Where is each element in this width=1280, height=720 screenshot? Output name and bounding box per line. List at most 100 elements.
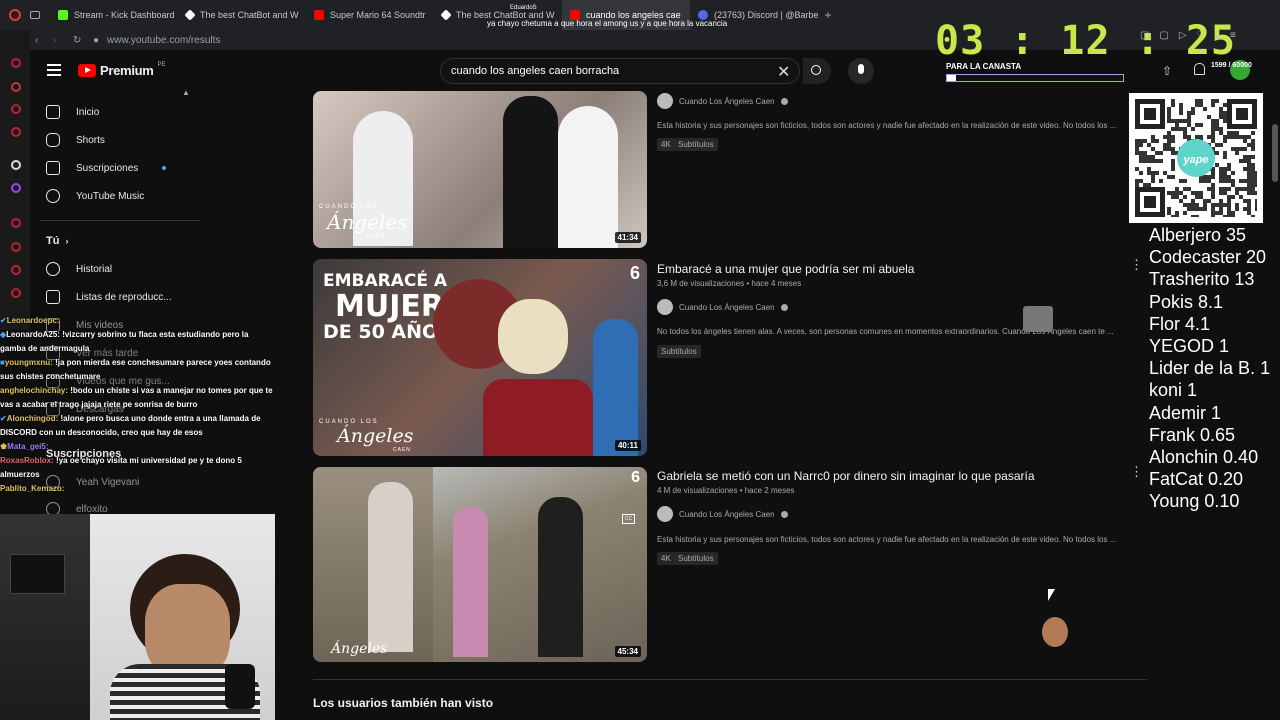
qr-module: [1159, 159, 1163, 163]
qr-module: [1211, 99, 1215, 103]
chat-message: ♚Mata_gei5:: [0, 442, 49, 451]
section-title: Los usuarios también han visto: [313, 696, 494, 710]
reload-icon[interactable]: ↻: [73, 35, 85, 46]
search-icon: [811, 65, 821, 75]
qr-module: [1139, 171, 1143, 175]
menu-icon[interactable]: ≡: [1230, 30, 1236, 41]
qr-module: [1151, 179, 1155, 183]
qr-module: [1187, 203, 1191, 207]
new-content-dot: [162, 166, 167, 170]
qr-module: [1223, 135, 1227, 139]
playlist-icon: [46, 290, 60, 304]
opera-logo-icon[interactable]: [0, 0, 30, 30]
notifications-bell-icon[interactable]: [1194, 63, 1205, 75]
search-input[interactable]: cuando los angeles caen borracha: [440, 58, 800, 84]
sidebar-section-you[interactable]: Tú ›: [46, 230, 68, 252]
qr-module: [1151, 147, 1155, 151]
download-icon[interactable]: ⤓: [1216, 30, 1220, 41]
video-thumbnail[interactable]: EMBARACÉ A MUJER DE 50 AÑOS 6 CUANDO LOS…: [313, 259, 647, 456]
video-title[interactable]: Embaracé a una mujer que podría ser mi a…: [657, 262, 914, 276]
qr-module: [1251, 171, 1255, 175]
video-title[interactable]: Gabriela se metió con un Narrc0 por dine…: [657, 469, 1035, 483]
verified-icon: [780, 303, 788, 311]
page-scrollbar[interactable]: [1272, 124, 1278, 182]
sidebar-app-icon[interactable]: [11, 82, 21, 92]
qr-module: [1143, 139, 1147, 143]
tab-menu-icon[interactable]: [30, 0, 50, 30]
qr-module: [1239, 187, 1243, 191]
shield-icon[interactable]: ▢: [1159, 30, 1168, 41]
upload-icon[interactable]: ⇧: [1162, 64, 1172, 78]
channel-link[interactable]: Cuando Los Ángeles Caen: [657, 506, 788, 522]
qr-module: [1215, 99, 1219, 103]
sidebar-app-icon[interactable]: [11, 265, 21, 275]
subscriptions-icon: [46, 161, 60, 175]
collapse-arrow-icon[interactable]: ▲: [182, 88, 190, 97]
video-thumbnail[interactable]: 6 CC Ángeles 45:34: [313, 467, 647, 662]
sidebar-app-icon[interactable]: [11, 242, 21, 252]
voice-search-button[interactable]: [848, 58, 874, 84]
sidebar-app-icon[interactable]: [11, 127, 21, 137]
video-description: Esta historia y sus personajes son ficti…: [657, 535, 1117, 544]
qr-module: [1211, 119, 1215, 123]
back-icon[interactable]: ‹: [35, 35, 47, 46]
qr-module: [1223, 203, 1227, 207]
settings-icon[interactable]: [11, 288, 21, 298]
qr-module: [1227, 195, 1231, 199]
sidebar-app-icon[interactable]: [11, 160, 21, 170]
sidebar-app-icon[interactable]: [11, 104, 21, 114]
qr-module: [1163, 171, 1167, 175]
qr-module: [1227, 135, 1231, 139]
youtube-logo[interactable]: Premium PE: [78, 62, 166, 78]
forward-icon[interactable]: ›: [53, 35, 65, 46]
play-icon[interactable]: ▷: [1179, 30, 1187, 41]
channel-link[interactable]: Cuando Los Ángeles Caen: [657, 299, 788, 315]
qr-module: [1155, 151, 1159, 155]
qr-module: [1183, 195, 1187, 199]
sidebar-app-icon[interactable]: [11, 218, 21, 228]
qr-module: [1195, 203, 1199, 207]
sidebar-item-inicio[interactable]: Inicio: [46, 101, 99, 123]
more-options-icon[interactable]: ⋮: [1130, 464, 1143, 480]
qr-module: [1219, 167, 1223, 171]
sidebar-item-youtube-music[interactable]: YouTube Music: [46, 185, 144, 207]
clear-search-icon[interactable]: ✕: [777, 62, 790, 82]
browser-tab[interactable]: Stream - Kick Dashboard: [50, 0, 178, 30]
qr-module: [1227, 215, 1231, 219]
channel-avatar: [657, 93, 673, 109]
more-options-icon[interactable]: ⋮: [1130, 257, 1143, 273]
sidebar-app-icon[interactable]: [11, 58, 21, 68]
twitch-icon[interactable]: [11, 183, 21, 193]
qr-module: [1231, 211, 1235, 215]
browser-tab[interactable]: The best ChatBot and W: [178, 0, 306, 30]
hamburger-menu-icon[interactable]: [47, 64, 61, 76]
sidebar-item-suscripciones[interactable]: Suscripciones: [46, 157, 167, 179]
qr-module: [1187, 123, 1191, 127]
qr-module: [1163, 147, 1167, 151]
sidebar-item-listas[interactable]: Listas de reproducc...: [46, 286, 172, 308]
yape-qr-code: yape: [1129, 93, 1263, 223]
heart-icon[interactable]: ♡: [1197, 30, 1206, 41]
camera-icon[interactable]: ▢: [1140, 30, 1149, 41]
qr-module: [1207, 199, 1211, 203]
sidebar-item-shorts[interactable]: Shorts: [46, 129, 105, 151]
qr-module: [1219, 203, 1223, 207]
qr-module: [1235, 191, 1239, 195]
chatbot-icon: [440, 9, 452, 21]
video-thumbnail[interactable]: CUANDO LOS Ángeles CAEN 41:34: [313, 91, 647, 248]
channel-link[interactable]: Cuando Los Ángeles Caen: [657, 93, 788, 109]
badge-subtitles: Subtítulos: [674, 138, 718, 151]
search-button[interactable]: [803, 58, 831, 84]
browser-tab[interactable]: Super Mario 64 Soundtr: [306, 0, 434, 30]
video-duration: 41:34: [614, 232, 641, 243]
qr-module: [1203, 199, 1207, 203]
url-field[interactable]: www.youtube.com/results: [107, 35, 220, 46]
qr-module: [1191, 203, 1195, 207]
goal-count: 1599 / 60000: [1211, 62, 1252, 69]
qr-module: [1235, 203, 1239, 207]
qr-module: [1187, 187, 1191, 191]
qr-module: [1211, 127, 1215, 131]
new-tab-icon[interactable]: +: [818, 8, 838, 22]
qr-module: [1195, 123, 1199, 127]
sidebar-item-historial[interactable]: Historial: [46, 258, 112, 280]
